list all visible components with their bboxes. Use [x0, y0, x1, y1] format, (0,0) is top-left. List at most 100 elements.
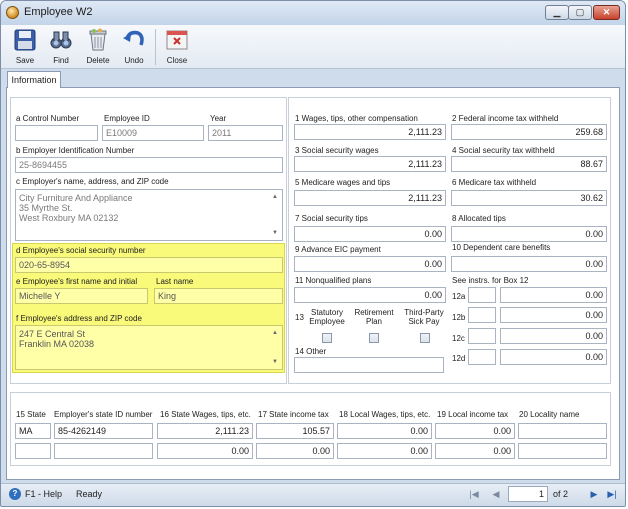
previous-record-button[interactable]: ◀ — [488, 486, 504, 502]
next-record-button[interactable]: ▶ — [586, 486, 602, 502]
previous-icon: ◀ — [492, 489, 500, 499]
last-icon: ▶| — [607, 489, 617, 499]
state-id-input[interactable] — [54, 443, 153, 459]
box6-label: 6 Medicare tax withheld — [452, 178, 537, 187]
box12-header: See instrs. for Box 12 — [452, 276, 529, 285]
local-tax-header: 19 Local income tax — [437, 410, 509, 419]
statutory-employee-label: Statutory Employee — [309, 308, 345, 326]
box5-input[interactable]: 2,111.23 — [294, 190, 446, 206]
last-name-input[interactable]: King — [154, 288, 283, 304]
last-name-label: Last name — [156, 277, 194, 286]
box9-label: 9 Advance EIC payment — [295, 245, 381, 254]
box11-input[interactable]: 0.00 — [294, 287, 446, 303]
ssn-input[interactable]: 020-65-8954 — [15, 257, 283, 273]
box12d-amount-input[interactable]: 0.00 — [500, 349, 607, 365]
control-number-label: a Control Number — [16, 114, 80, 123]
box11-label: 11 Nonqualified plans — [295, 276, 372, 285]
minimize-button[interactable]: ▁ — [545, 5, 569, 20]
state-input[interactable] — [15, 443, 51, 459]
scroll-down-icon[interactable]: ▼ — [272, 357, 278, 367]
toolbar-separator — [155, 29, 156, 65]
statutory-employee-checkbox[interactable] — [322, 333, 332, 343]
address-scrollbar[interactable]: ▲ ▼ — [271, 191, 281, 239]
box12b-amount-input[interactable]: 0.00 — [500, 307, 607, 323]
help-icon[interactable]: ? — [9, 488, 21, 500]
local-wages-input[interactable]: 0.00 — [337, 443, 432, 459]
last-record-button[interactable]: ▶| — [604, 486, 620, 502]
box13-label: 13 — [295, 313, 304, 322]
box12c-amount-input[interactable]: 0.00 — [500, 328, 607, 344]
box12c-code-input[interactable] — [468, 328, 496, 344]
close-form-button[interactable]: Close — [158, 25, 196, 69]
box6-input[interactable]: 30.62 — [451, 190, 607, 206]
box9-input[interactable]: 0.00 — [294, 256, 446, 272]
status-text: Ready — [76, 489, 103, 499]
box12a-code-input[interactable] — [468, 287, 496, 303]
delete-button[interactable]: Delete — [79, 25, 117, 69]
ein-label: b Employer Identification Number — [16, 146, 135, 155]
box8-input[interactable]: 0.00 — [451, 226, 607, 242]
box12b-code-input[interactable] — [468, 307, 496, 323]
minimize-icon: ▁ — [553, 7, 561, 17]
local-tax-input[interactable]: 0.00 — [435, 423, 515, 439]
scroll-up-icon[interactable]: ▲ — [272, 328, 278, 338]
locality-input[interactable] — [518, 443, 607, 459]
close-window-button[interactable]: ✕ — [593, 5, 620, 20]
first-record-button[interactable]: |◀ — [466, 486, 482, 502]
employee-id-input[interactable]: E10009 — [102, 125, 204, 141]
close-form-label: Close — [166, 56, 188, 65]
employee-address-input[interactable]: 247 E Central St Franklin MA 02038 ▲ ▼ — [15, 325, 283, 370]
first-name-label: e Employee's first name and initial — [16, 277, 138, 286]
state-input[interactable]: MA — [15, 423, 51, 439]
box10-input[interactable]: 0.00 — [451, 256, 607, 272]
third-party-sick-pay-checkbox[interactable] — [420, 333, 430, 343]
box3-input[interactable]: 2,111.23 — [294, 156, 446, 172]
year-input[interactable]: 2011 — [208, 125, 283, 141]
box7-input[interactable]: 0.00 — [294, 226, 446, 242]
state-header: 15 State — [16, 410, 46, 419]
find-button[interactable]: Find — [42, 25, 80, 69]
employer-address-line: City Furniture And Appliance — [19, 193, 133, 203]
state-wages-input[interactable]: 0.00 — [157, 443, 253, 459]
local-wages-input[interactable]: 0.00 — [337, 423, 432, 439]
first-name-input[interactable]: Michelle Y — [15, 288, 148, 304]
third-party-sick-pay-label: Third-Party Sick Pay — [404, 308, 444, 326]
box7-label: 7 Social security tips — [295, 214, 368, 223]
state-id-input[interactable]: 85-4262149 — [54, 423, 153, 439]
state-tax-input[interactable]: 0.00 — [256, 443, 334, 459]
box12d-code-input[interactable] — [468, 349, 496, 365]
next-icon: ▶ — [590, 489, 598, 499]
box14-label: 14 Other — [295, 347, 327, 356]
trash-icon — [89, 28, 107, 51]
state-tax-input[interactable]: 105.57 — [256, 423, 334, 439]
page-number-input[interactable]: 1 — [508, 486, 548, 502]
box3-label: 3 Social security wages — [295, 146, 379, 155]
employee-address-line: 247 E Central St — [19, 329, 86, 339]
title-bar[interactable] — [1, 1, 625, 25]
scroll-down-icon[interactable]: ▼ — [272, 228, 278, 238]
year-label: Year — [210, 114, 227, 123]
save-button[interactable]: Save — [6, 25, 44, 69]
maximize-button[interactable]: ▢ — [568, 5, 592, 20]
help-label[interactable]: F1 - Help — [25, 489, 62, 499]
tab-information[interactable]: Information — [7, 71, 61, 88]
control-number-input[interactable] — [15, 125, 98, 141]
state-wages-input[interactable]: 2,111.23 — [157, 423, 253, 439]
ssn-label: d Employee's social security number — [16, 246, 146, 255]
box1-input[interactable]: 2,111.23 — [294, 124, 446, 140]
employer-address-input[interactable]: City Furniture And Appliance 35 Myrthe S… — [15, 189, 283, 241]
box4-input[interactable]: 88.67 — [451, 156, 607, 172]
box14-input[interactable] — [294, 357, 444, 373]
box12a-amount-input[interactable]: 0.00 — [500, 287, 607, 303]
toolbar: Save Find Delete Undo Close — [1, 25, 625, 69]
address-scrollbar[interactable]: ▲ ▼ — [271, 327, 281, 368]
scroll-up-icon[interactable]: ▲ — [272, 192, 278, 202]
ein-input[interactable]: 25-8694455 — [15, 157, 283, 173]
page-count-label: of 2 — [553, 489, 569, 499]
local-tax-input[interactable]: 0.00 — [435, 443, 515, 459]
box2-input[interactable]: 259.68 — [451, 124, 607, 140]
retirement-plan-checkbox[interactable] — [369, 333, 379, 343]
state-tax-header: 17 State income tax — [258, 410, 329, 419]
undo-button[interactable]: Undo — [115, 25, 153, 69]
locality-input[interactable] — [518, 423, 607, 439]
